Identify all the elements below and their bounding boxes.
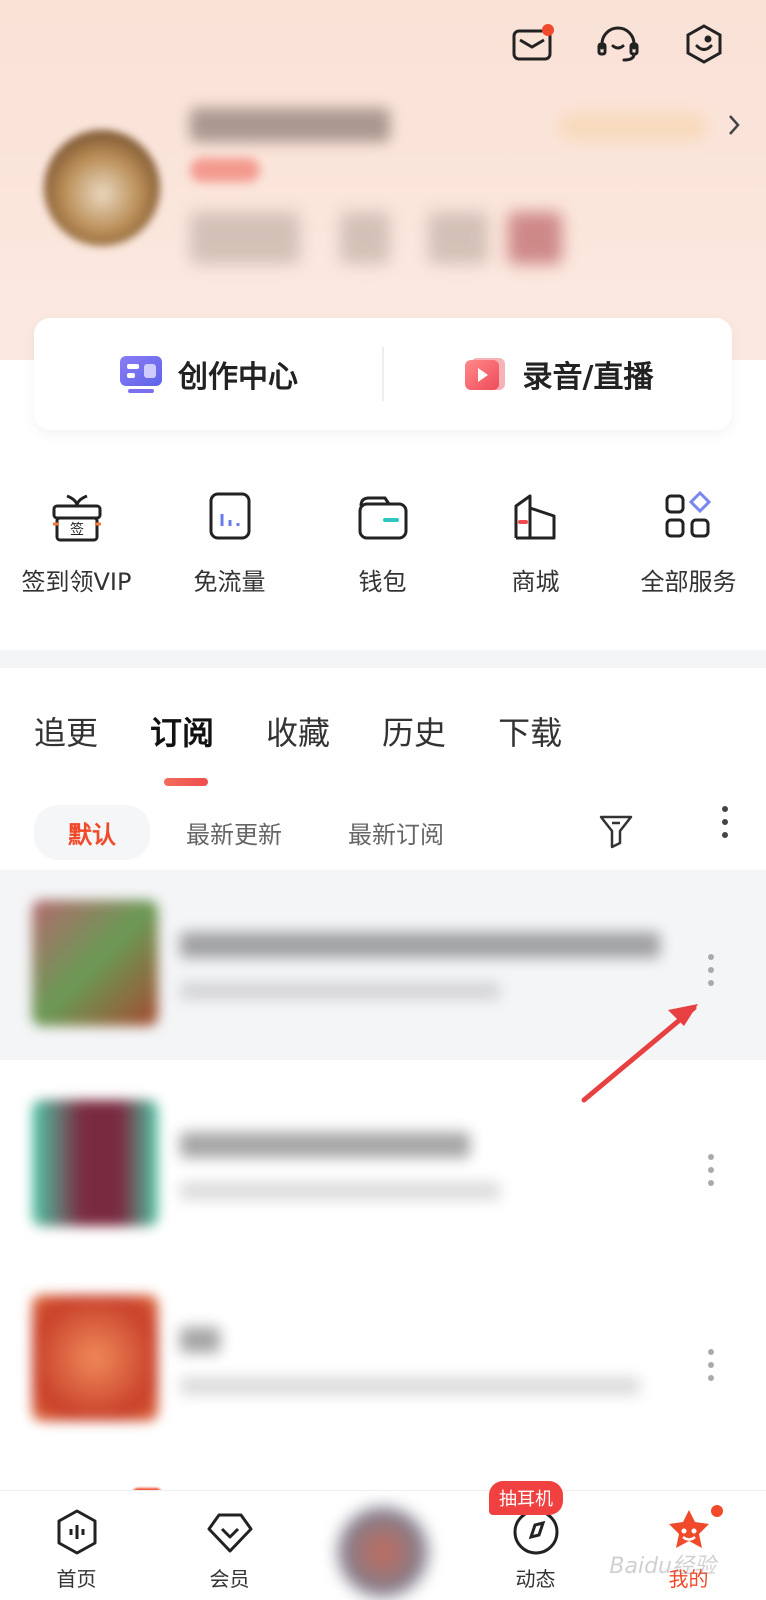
nav-feed[interactable]: 抽耳机 动态 (459, 1481, 612, 1600)
service-wallet[interactable]: 钱包 (306, 490, 459, 600)
mall-icon (514, 494, 555, 540)
creation-center-icon (120, 356, 162, 393)
album-cover-blurred (32, 900, 158, 1026)
customer-service-icon[interactable] (596, 22, 640, 66)
album-cover-blurred (32, 1295, 158, 1421)
item-more-icon[interactable] (708, 1349, 716, 1381)
vip-icon (207, 1513, 252, 1553)
subtitle-blurred (180, 982, 500, 1000)
stat-blurred (340, 212, 390, 264)
filter-icon[interactable] (598, 812, 634, 850)
notification-dot (711, 1505, 723, 1517)
service-label: 签到领VIP (21, 568, 132, 596)
service-data-free[interactable]: 免流量 (153, 490, 306, 600)
service-sign-vip[interactable]: 签 签到领VIP (0, 490, 153, 600)
library-tabs: 追更 订阅 收藏 历史 下载 (34, 708, 614, 786)
nav-label: 首页 (56, 1567, 97, 1591)
sort-latest-update[interactable]: 最新更新 (186, 815, 282, 850)
nav-label: 会员 (209, 1567, 250, 1591)
service-label: 钱包 (358, 568, 407, 596)
gift-sign-icon: 签 (52, 494, 101, 542)
service-grid: 签 签到领VIP 免流量 钱包 商城 全部服务 (0, 490, 766, 600)
nav-now-playing[interactable] (306, 1491, 459, 1600)
title-blurred (180, 1132, 470, 1158)
service-all[interactable]: 全部服务 (612, 490, 765, 600)
username-blurred (190, 108, 390, 142)
level-badge-blurred (190, 158, 260, 182)
all-services-icon (665, 490, 711, 538)
more-options-icon[interactable] (722, 806, 730, 838)
nav-mine[interactable]: 我的 (612, 1491, 765, 1600)
album-cover-blurred (32, 1100, 158, 1226)
tab-downloads[interactable]: 下载 (498, 708, 562, 768)
stat-blurred (428, 212, 488, 264)
subtitle-blurred (180, 1182, 500, 1200)
title-blurred (180, 932, 660, 958)
notification-dot (542, 24, 554, 36)
subtitle-blurred (180, 1377, 640, 1395)
tab-follow-updates[interactable]: 追更 (34, 708, 98, 768)
tab-history[interactable]: 历史 (382, 708, 446, 768)
data-free-icon (209, 492, 250, 540)
tab-favorites[interactable]: 收藏 (266, 708, 330, 768)
record-live-label: 录音/直播 (522, 360, 654, 395)
mail-icon[interactable] (510, 22, 554, 66)
svg-text:签: 签 (70, 521, 84, 538)
creation-center-button[interactable]: 创作中心 (34, 318, 382, 430)
service-label: 商城 (511, 568, 560, 596)
home-icon (57, 1509, 96, 1555)
scan-icon[interactable] (682, 22, 726, 66)
stat-blurred (508, 212, 562, 264)
bottom-navigation: 首页 会员 抽耳机 动态 我的 Baidu经验 (0, 1481, 766, 1600)
stat-blurred (190, 212, 300, 264)
avatar[interactable] (44, 130, 160, 246)
item-more-icon[interactable] (708, 954, 716, 986)
service-mall[interactable]: 商城 (459, 490, 612, 600)
service-label: 全部服务 (640, 568, 737, 596)
creation-center-label: 创作中心 (178, 360, 298, 395)
profile-card[interactable] (44, 100, 744, 300)
sort-latest-subscribed[interactable]: 最新订阅 (348, 815, 444, 850)
watermark: Baidu经验 (609, 1554, 716, 1579)
now-playing-cover-blurred (337, 1507, 428, 1597)
nav-label: 动态 (515, 1567, 556, 1591)
list-item[interactable] (0, 1265, 766, 1455)
record-live-icon (464, 358, 505, 390)
sort-bar: 默认 最新更新 最新订阅 (34, 804, 734, 860)
title-blurred (180, 1327, 220, 1353)
service-label: 免流量 (193, 568, 266, 596)
list-item[interactable] (0, 1070, 766, 1260)
top-toolbar (510, 22, 726, 66)
promo-badge: 抽耳机 (489, 1481, 563, 1515)
tab-subscriptions[interactable]: 订阅 (150, 708, 214, 786)
sort-default[interactable]: 默认 (34, 804, 150, 860)
creator-card: 创作中心 录音/直播 (34, 318, 732, 430)
vip-chip-blurred[interactable] (558, 114, 708, 140)
chevron-right-icon[interactable] (724, 110, 744, 140)
nav-home[interactable]: 首页 (0, 1491, 153, 1600)
nav-vip[interactable]: 会员 (153, 1491, 306, 1600)
item-more-icon[interactable] (708, 1154, 716, 1186)
wallet-icon (358, 496, 407, 540)
record-live-button[interactable]: 录音/直播 (384, 318, 732, 430)
section-divider (0, 650, 766, 668)
